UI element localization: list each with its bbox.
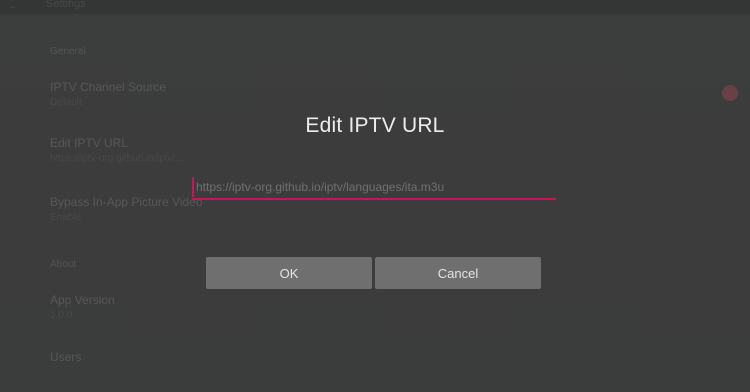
text-cursor	[192, 177, 194, 197]
url-input[interactable]: https://iptv-org.github.io/iptv/language…	[192, 174, 556, 200]
ok-button[interactable]: OK	[206, 257, 372, 289]
dialog-title: Edit IPTV URL	[305, 114, 445, 137]
screen: ← Settings General IPTV Channel Source D…	[0, 0, 750, 392]
url-input-value: https://iptv-org.github.io/iptv/language…	[196, 180, 445, 194]
cancel-button[interactable]: Cancel	[375, 257, 541, 289]
